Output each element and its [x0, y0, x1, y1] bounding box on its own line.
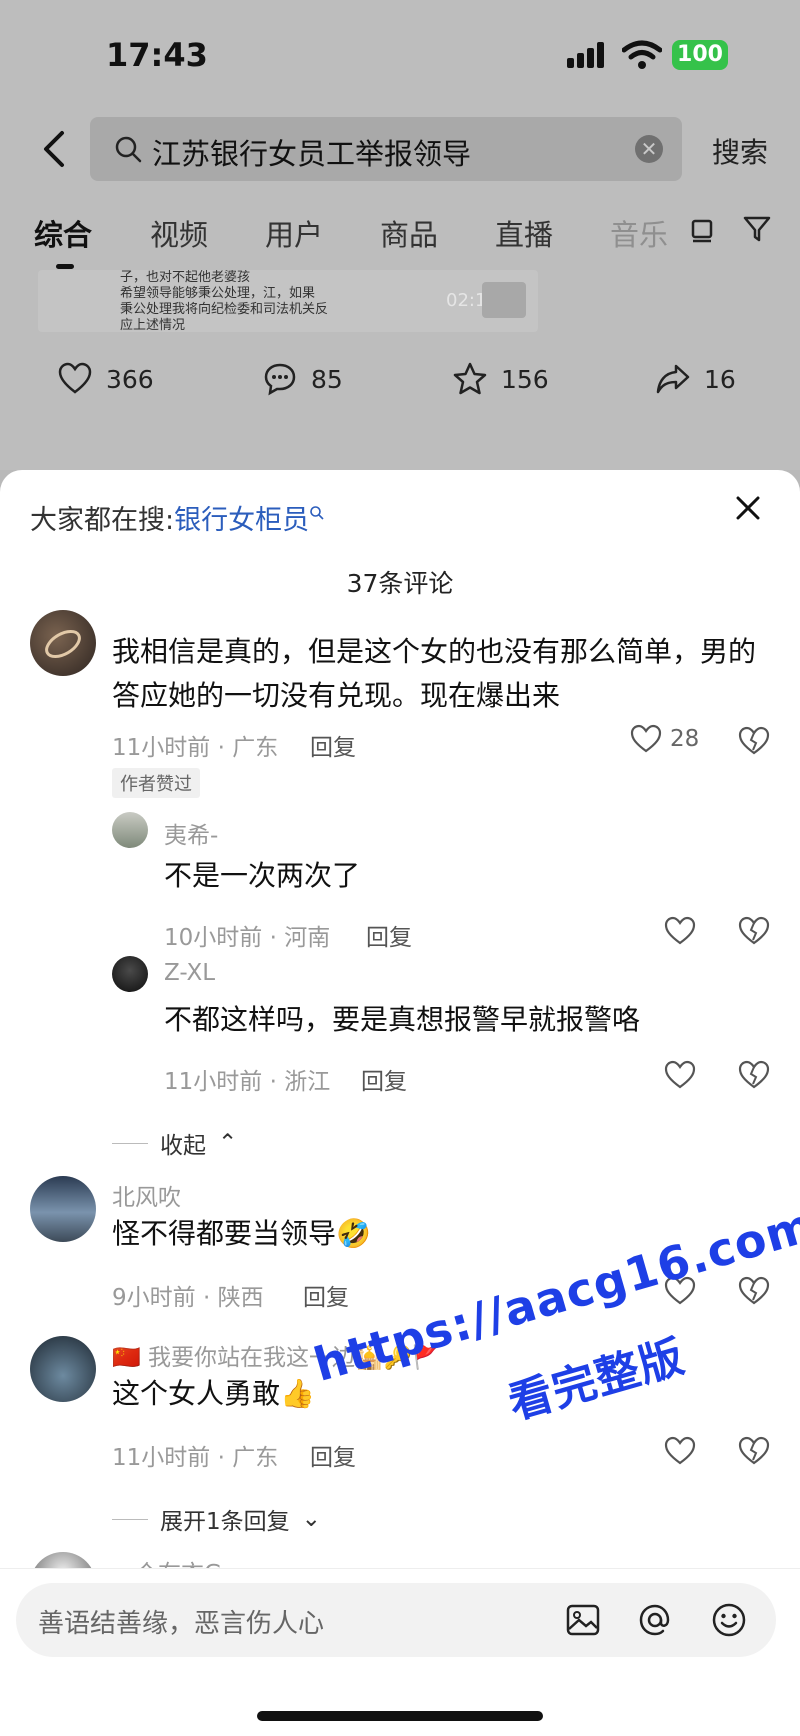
search-tabs: 综合 视频 用户 商品 直播 音乐	[0, 212, 800, 272]
active-tab-indicator	[56, 264, 74, 269]
comment-input[interactable]: 善语结善缘，恶言伤人心	[16, 1583, 776, 1657]
comment-meta: 10小时前 · 河南	[164, 925, 331, 951]
broken-heart-icon[interactable]	[738, 916, 770, 946]
avatar[interactable]	[30, 610, 96, 676]
chevron-up-icon: ⌃	[218, 1130, 238, 1156]
comment-input-placeholder: 善语结善缘，恶言伤人心	[38, 1609, 325, 1639]
broken-heart-icon[interactable]	[738, 1436, 770, 1466]
tab-music[interactable]: 音乐	[610, 212, 670, 254]
reply-button[interactable]: 回复	[361, 1062, 407, 1096]
comment-meta: 11小时前 · 浙江	[164, 1069, 331, 1095]
post-action-bar: 366 85 156 16	[0, 362, 800, 406]
broken-heart-icon[interactable]	[738, 1276, 770, 1306]
comment-text: 不都这样吗，要是真想报警早就报警咯	[164, 1003, 641, 1036]
comment-icon	[264, 363, 296, 396]
search-row: 江苏银行女员工举报领导 ✕ 搜索	[0, 115, 800, 185]
wifi-icon	[622, 40, 662, 69]
reply-author[interactable]: Z-XL	[164, 960, 215, 986]
comment-meta: 11小时前 · 广东	[112, 1445, 279, 1471]
tab-comprehensive[interactable]: 综合	[34, 212, 92, 254]
reply-button[interactable]: 回复	[303, 1278, 349, 1312]
reply-button[interactable]: 回复	[310, 1438, 356, 1472]
comment-input-bar: 善语结善缘，恶言伤人心	[0, 1568, 800, 1736]
emoji-icon[interactable]	[710, 1601, 748, 1639]
share-arrow-icon	[656, 364, 690, 394]
mention-icon[interactable]	[636, 1601, 674, 1639]
search-button[interactable]: 搜索	[712, 131, 768, 171]
search-query: 江苏银行女员工举报领导	[152, 137, 472, 171]
chevron-down-icon: ⌄	[301, 1506, 321, 1532]
heart-icon	[58, 362, 92, 394]
avatar[interactable]	[112, 812, 148, 848]
small-search-icon	[310, 506, 324, 520]
hot-search-keyword[interactable]: 银行女柜员	[174, 505, 309, 536]
play-icon	[482, 282, 526, 318]
post-favorite-count: 156	[501, 364, 549, 394]
tab-products[interactable]: 商品	[380, 212, 438, 254]
post-share-count: 16	[704, 364, 736, 394]
heart-icon[interactable]	[664, 1436, 696, 1466]
clear-icon[interactable]: ✕	[635, 135, 663, 163]
post-preview[interactable]: 子，也对不起他老婆孩 希望领导能够秉公处理，江，如果 秉公处理我将向纪检委和司法…	[38, 270, 538, 332]
status-bar: 17:43 100	[0, 30, 800, 80]
signal-icon	[567, 42, 611, 68]
search-icon	[115, 136, 142, 163]
post-favorite-button[interactable]: 156	[453, 362, 549, 396]
tab-users[interactable]: 用户	[265, 212, 323, 254]
post-like-count: 366	[106, 364, 154, 394]
hot-search-bar[interactable]: 大家都在搜:银行女柜员	[30, 498, 325, 537]
comment-author[interactable]: 北风吹	[112, 1178, 181, 1212]
back-arrow-icon[interactable]	[36, 129, 72, 169]
post-comment-count: 85	[311, 364, 343, 394]
filter-icon[interactable]	[742, 214, 772, 244]
image-icon[interactable]	[564, 1601, 602, 1639]
comment-meta: 9小时前 · 陕西	[112, 1285, 264, 1311]
search-results-background: 17:43 100 江苏银行女员工举报领导 ✕ 搜索 综合 视频 用户 商品 直…	[0, 0, 800, 470]
search-input[interactable]: 江苏银行女员工举报领导 ✕	[90, 117, 682, 181]
avatar[interactable]	[112, 956, 148, 992]
avatar[interactable]	[30, 1176, 96, 1242]
collapse-replies-button[interactable]: 收起 ⌃	[112, 1126, 237, 1160]
hot-search-prefix: 大家都在搜:	[30, 505, 175, 536]
comment-meta: 11小时前 · 广东	[112, 735, 279, 761]
avatar[interactable]	[30, 1336, 96, 1402]
post-like-button[interactable]: 366	[58, 362, 154, 396]
like-count: 28	[670, 726, 700, 752]
status-time: 17:43	[106, 36, 208, 74]
comment-text: 不是一次两次了	[164, 859, 361, 892]
like-button[interactable]: 28	[630, 724, 699, 754]
author-liked-badge: 作者赞过	[112, 768, 200, 798]
star-icon	[453, 362, 487, 395]
comment-text: 我相信是真的，但是这个女的也没有那么简单，男的答应她的一切没有兑现。现在爆出来	[112, 635, 757, 712]
comment-sheet: 大家都在搜:银行女柜员 37条评论 我相信是真的，但是这个女的也没有那么简单，男…	[0, 470, 800, 1736]
reply-button[interactable]: 回复	[366, 918, 412, 952]
tab-video[interactable]: 视频	[150, 212, 208, 254]
reply-button[interactable]: 回复	[310, 728, 356, 762]
close-icon[interactable]	[732, 492, 764, 524]
expand-replies-button[interactable]: 展开1条回复 ⌄	[112, 1502, 321, 1536]
home-indicator	[257, 1711, 543, 1721]
heart-icon[interactable]	[664, 916, 696, 946]
heart-icon[interactable]	[664, 1060, 696, 1090]
reply-author[interactable]: 夷希-	[164, 816, 218, 850]
broken-heart-icon[interactable]	[738, 726, 770, 756]
tab-live[interactable]: 直播	[495, 212, 553, 254]
heart-icon	[630, 724, 662, 753]
post-comment-button[interactable]: 85	[263, 362, 343, 396]
comment-count: 37条评论	[346, 569, 454, 598]
layout-toggle-icon[interactable]	[687, 214, 717, 244]
broken-heart-icon[interactable]	[738, 1060, 770, 1090]
battery-indicator: 100	[672, 40, 728, 70]
post-share-button[interactable]: 16	[656, 362, 736, 396]
